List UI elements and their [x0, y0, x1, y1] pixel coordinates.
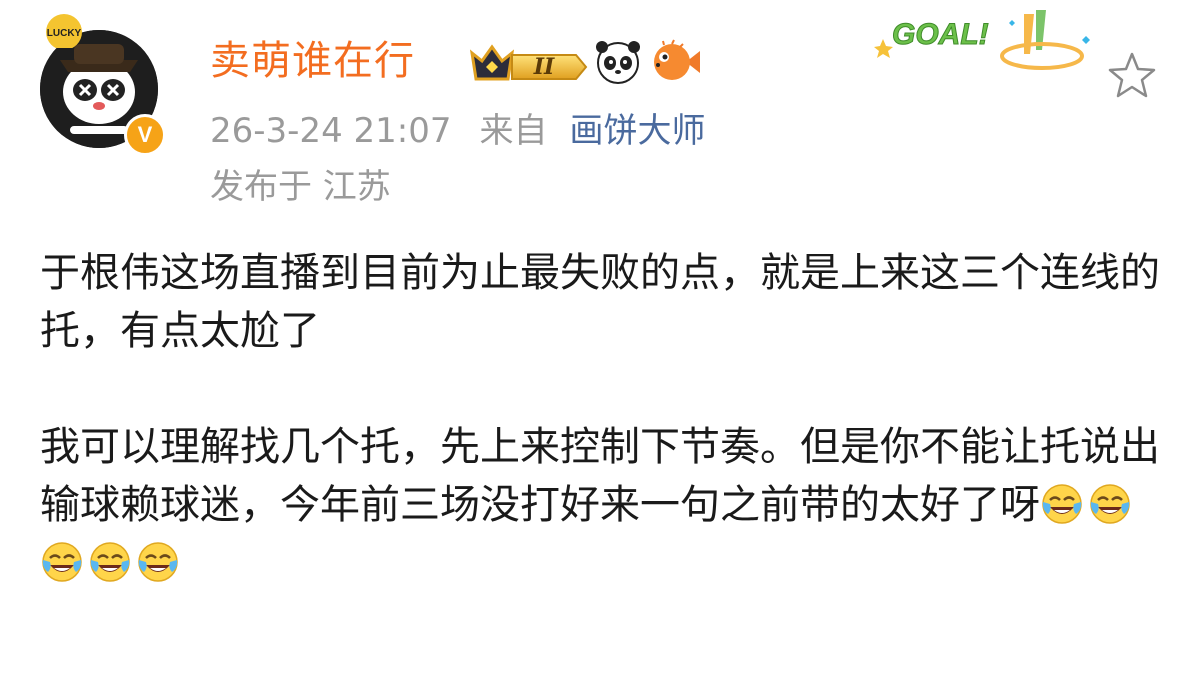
username[interactable]: 卖萌谁在行 — [210, 34, 415, 88]
laugh-cry-emoji — [138, 542, 178, 582]
post-content: 于根伟这场直播到目前为止最失败的点，就是上来这三个连线的托，有点太尬了 我可以理… — [40, 244, 1170, 592]
source-link[interactable]: 画饼大师 — [570, 111, 706, 151]
post-meta: 26-3-24 21:07 来自 画饼大师 — [210, 108, 706, 154]
panda-icon[interactable] — [594, 39, 642, 85]
lucky-label-icon: LUCKY — [46, 14, 82, 48]
post-timestamp: 26-3-24 21:07 — [210, 111, 452, 151]
from-label: 来自 — [479, 111, 548, 151]
goal-text: GOAL! — [892, 18, 989, 51]
post-location: 发布于 江苏 — [210, 167, 391, 207]
favorite-star-icon[interactable] — [1104, 48, 1160, 104]
user-badges: II — [468, 38, 702, 86]
laugh-cry-emoji — [90, 542, 130, 582]
verified-badge: V — [124, 114, 166, 156]
post-paragraph-2: 我可以理解找几个托，先上来控制下节奏。但是你不能让托说出输球赖球迷，今年前三场没… — [40, 418, 1170, 592]
verified-badge-label: V — [137, 122, 153, 147]
laugh-cry-emoji — [42, 542, 82, 582]
post-paragraph-2-text: 我可以理解找几个托，先上来控制下节奏。但是你不能让托说出输球赖球迷，今年前三场没… — [40, 424, 1160, 528]
laugh-cry-emoji — [1042, 484, 1082, 524]
laugh-cry-emoji — [1090, 484, 1130, 524]
pufferfish-icon[interactable] — [648, 39, 702, 85]
svg-text:LUCKY: LUCKY — [47, 28, 82, 39]
goal-decoration-icon: GOAL! — [874, 10, 1090, 70]
level-badge-label: II — [533, 54, 555, 80]
post-paragraph-1: 于根伟这场直播到目前为止最失败的点，就是上来这三个连线的托，有点太尬了 — [40, 250, 1160, 354]
crown-level-icon[interactable]: II — [468, 39, 588, 85]
